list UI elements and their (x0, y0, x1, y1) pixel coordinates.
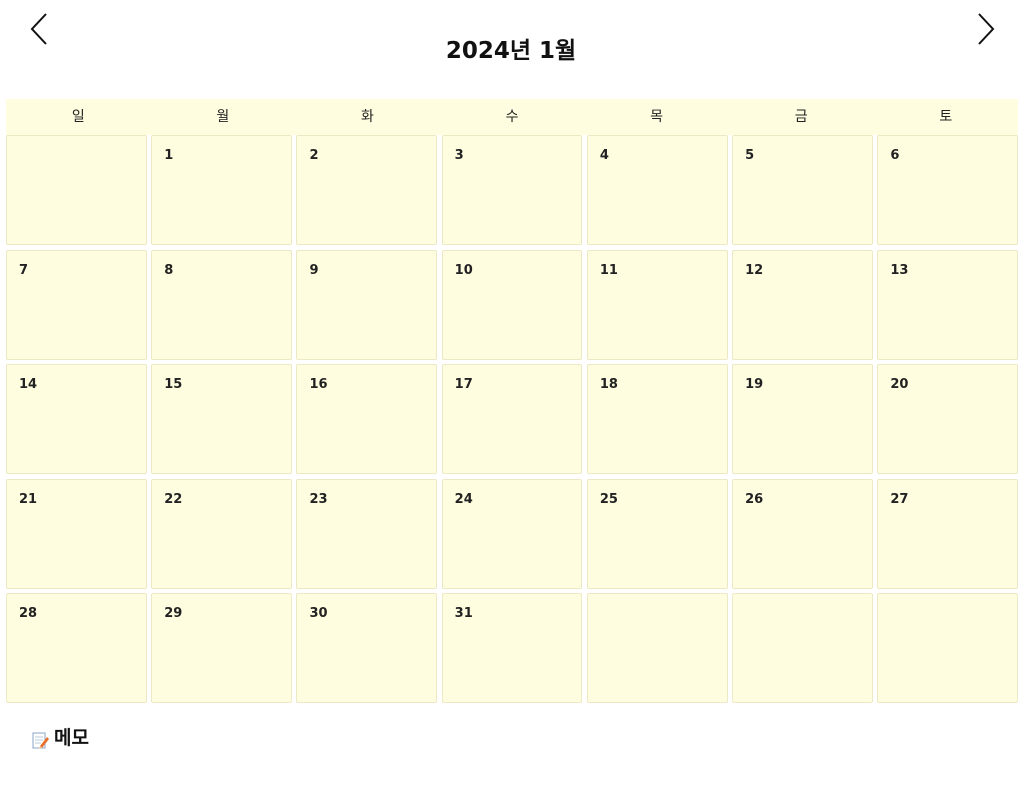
day-cell[interactable]: 27 (877, 478, 1019, 589)
day-number: 24 (454, 491, 473, 507)
day-number: 29 (164, 606, 183, 621)
day-number: 10 (454, 262, 473, 278)
day-cell[interactable]: 18 (586, 364, 728, 474)
day-number: 16 (309, 377, 328, 392)
day-number: 27 (890, 491, 909, 507)
day-cell[interactable]: 2 (296, 135, 438, 245)
day-cell[interactable] (586, 593, 728, 703)
week-row: 28 29 30 31 (6, 593, 1019, 708)
day-cell[interactable]: 11 (586, 249, 728, 360)
day-cell[interactable]: 31 (441, 593, 583, 703)
weekday-label: 수 (505, 109, 519, 125)
day-number: 20 (890, 377, 909, 392)
calendar-page: 2024년 1월 일 월 화 수 목 금 토 1 2 3 4 5 6 7 8 9… (0, 0, 1022, 810)
day-cell[interactable]: 13 (877, 249, 1019, 360)
day-cell[interactable]: 30 (296, 593, 438, 703)
weekday-label: 월 (216, 109, 230, 125)
weekday-label: 목 (650, 109, 664, 125)
day-number: 2 (309, 148, 319, 163)
chevron-right-icon (978, 13, 995, 45)
day-cell[interactable]: 8 (151, 249, 292, 360)
day-number: 18 (599, 377, 618, 392)
day-number: 5 (745, 148, 755, 163)
week-row: 21 22 23 24 25 26 27 (6, 478, 1019, 594)
memo-section[interactable]: 메모 (32, 725, 89, 751)
day-cell[interactable]: 4 (586, 135, 728, 245)
day-number: 14 (19, 377, 38, 392)
day-number: 15 (164, 377, 183, 392)
week-row: 1 2 3 4 5 6 (6, 135, 1019, 250)
day-number: 6 (890, 148, 900, 163)
day-number: 17 (454, 377, 473, 392)
day-number: 19 (745, 377, 764, 392)
day-cell[interactable]: 22 (151, 478, 292, 589)
day-cell[interactable]: 21 (6, 478, 147, 589)
day-number: 26 (745, 491, 764, 507)
month-title: 2024년 1월 (445, 38, 577, 64)
day-cell[interactable]: 29 (151, 593, 292, 703)
calendar-grid: 1 2 3 4 5 6 7 8 9 10 11 12 13 14 15 16 1… (6, 135, 1019, 708)
week-row: 14 15 16 17 18 19 20 (6, 364, 1019, 479)
day-number: 28 (19, 606, 38, 621)
day-cell[interactable]: 26 (732, 478, 873, 589)
memo-pencil-icon (32, 732, 49, 749)
day-cell[interactable]: 9 (296, 249, 438, 360)
weekday-label: 일 (71, 109, 85, 125)
day-cell[interactable]: 14 (6, 364, 147, 474)
day-number: 1 (164, 148, 174, 163)
day-number: 11 (599, 262, 618, 278)
day-number: 22 (164, 491, 183, 507)
day-number: 7 (19, 262, 29, 278)
day-cell[interactable]: 17 (441, 364, 583, 474)
day-cell[interactable]: 10 (441, 249, 583, 360)
day-cell[interactable]: 23 (296, 478, 438, 589)
day-number: 31 (454, 606, 473, 621)
day-cell[interactable]: 28 (6, 593, 147, 703)
day-cell[interactable]: 16 (296, 364, 438, 474)
day-number: 9 (309, 262, 319, 278)
day-cell[interactable]: 20 (877, 364, 1019, 474)
day-number: 12 (745, 262, 764, 278)
day-number: 23 (309, 491, 328, 507)
day-cell[interactable]: 25 (586, 478, 728, 589)
weekday-label: 화 (361, 109, 374, 125)
day-cell[interactable]: 15 (151, 364, 292, 474)
day-cell[interactable] (732, 593, 873, 703)
weekday-label: 토 (939, 109, 953, 125)
day-cell[interactable]: 7 (6, 249, 147, 360)
day-number: 21 (19, 491, 38, 507)
day-cell[interactable] (6, 135, 147, 245)
day-cell[interactable]: 19 (732, 364, 873, 474)
day-cell[interactable] (877, 593, 1019, 703)
day-number: 13 (890, 262, 909, 278)
day-cell[interactable]: 3 (441, 135, 583, 245)
next-month-button[interactable] (973, 10, 997, 48)
day-number: 3 (454, 148, 464, 163)
day-number: 25 (599, 491, 618, 507)
weekday-header: 일 월 화 수 목 금 토 (6, 99, 1018, 135)
day-number: 8 (164, 262, 174, 278)
day-cell[interactable]: 6 (877, 135, 1019, 245)
day-cell[interactable]: 24 (441, 478, 583, 589)
week-row: 7 8 9 10 11 12 13 (6, 249, 1019, 365)
day-number: 30 (309, 606, 328, 621)
memo-label: 메모 (54, 727, 89, 749)
day-cell[interactable]: 1 (151, 135, 292, 245)
day-cell[interactable]: 12 (732, 249, 873, 360)
weekday-label: 금 (794, 109, 808, 125)
day-cell[interactable]: 5 (732, 135, 873, 245)
day-number: 4 (599, 148, 609, 163)
